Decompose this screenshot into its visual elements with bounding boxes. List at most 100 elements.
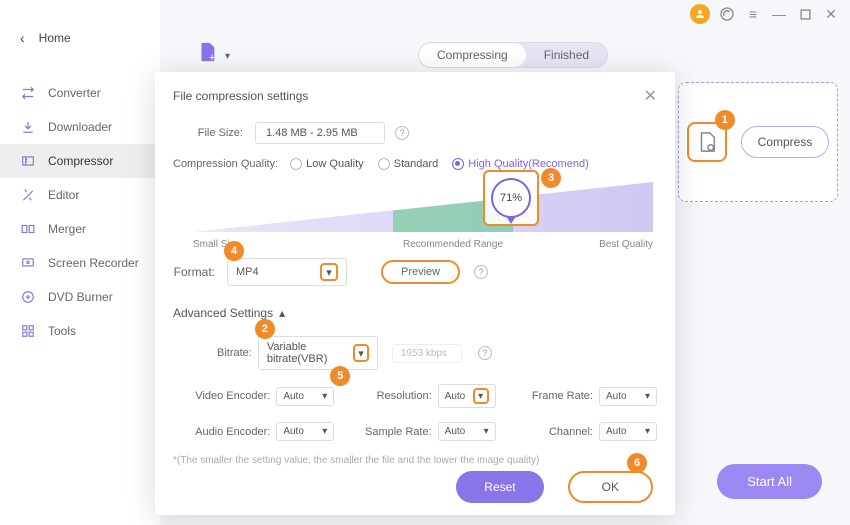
file-size-label: File Size: [173, 127, 243, 139]
radio-label: Standard [394, 158, 439, 170]
radio-label: High Quality(Recomend) [468, 158, 588, 170]
chevron-down-icon: ▾ [645, 426, 650, 437]
compression-quality-label: Compression Quality: [173, 158, 278, 170]
frame-rate-select[interactable]: Auto▾ [599, 387, 657, 406]
slider-percent: 71% [500, 192, 522, 204]
resolution-label: Resolution: [377, 390, 432, 402]
maximize-icon[interactable] [796, 5, 814, 23]
info-icon[interactable]: ? [474, 265, 488, 279]
downloader-icon [20, 119, 36, 135]
video-encoder-select[interactable]: Auto▾ [276, 387, 334, 406]
tab-compressing[interactable]: Compressing [419, 43, 526, 67]
chart-axis-labels: Small Size Recommended Range Best Qualit… [193, 239, 653, 250]
chevron-down-icon: ▾ [484, 426, 489, 437]
menu-icon[interactable]: ≡ [744, 5, 762, 23]
bitrate-value: Variable bitrate(VBR) [267, 341, 353, 365]
avatar[interactable] [690, 4, 710, 24]
tools-icon [20, 323, 36, 339]
format-label: Format: [173, 265, 215, 279]
sidebar: ‹ Home Converter Downloader Compressor E… [0, 0, 160, 525]
ok-button[interactable]: OK [568, 471, 653, 503]
minimize-icon[interactable]: — [770, 5, 788, 23]
dialog-buttons: Reset OK 6 [456, 471, 653, 503]
advanced-settings-grid: Bitrate: Variable bitrate(VBR) ▾ 2 1953 … [173, 336, 657, 441]
chart-label-best: Best Quality [599, 239, 653, 250]
sidebar-item-tools[interactable]: Tools [0, 314, 160, 348]
info-icon[interactable]: ? [478, 346, 492, 360]
format-value: MP4 [236, 266, 259, 278]
sidebar-item-label: Converter [48, 86, 101, 100]
radio-label: Low Quality [306, 158, 363, 170]
resolution-select[interactable]: Auto ▾ 5 [438, 384, 496, 408]
dialog-title: File compression settings [173, 89, 308, 103]
sample-rate-select[interactable]: Auto▾ [438, 422, 496, 441]
add-file-icon[interactable]: + ▾ [196, 41, 218, 69]
sidebar-item-label: Tools [48, 324, 76, 338]
chevron-down-icon: ▾ [322, 426, 327, 437]
chevron-left-icon: ‹ [20, 30, 25, 46]
reset-button[interactable]: Reset [456, 471, 543, 503]
sidebar-item-label: DVD Burner [48, 290, 113, 304]
preview-button[interactable]: Preview [381, 260, 460, 284]
sidebar-item-editor[interactable]: Editor [0, 178, 160, 212]
file-compression-settings-dialog: File compression settings ✕ File Size: 1… [155, 72, 675, 515]
output-settings-icon[interactable]: 1 [687, 122, 727, 162]
annotation-2: 2 [255, 319, 275, 339]
home-label: Home [39, 31, 71, 45]
sidebar-item-label: Merger [48, 222, 86, 236]
annotation-6: 6 [627, 453, 647, 473]
audio-encoder-select[interactable]: Auto▾ [276, 422, 334, 441]
compressor-icon [20, 153, 36, 169]
sidebar-item-label: Downloader [48, 120, 112, 134]
svg-text:+: + [209, 52, 215, 63]
tab-finished[interactable]: Finished [526, 43, 607, 67]
compress-panel: 1 Compress [678, 82, 838, 202]
sidebar-item-label: Editor [48, 188, 79, 202]
file-size-input[interactable]: 1.48 MB - 2.95 MB [255, 122, 385, 144]
sidebar-item-screen-recorder[interactable]: Screen Recorder [0, 246, 160, 280]
close-icon[interactable]: ✕ [822, 5, 840, 23]
radio-low-quality[interactable]: Low Quality [290, 158, 363, 170]
editor-icon [20, 187, 36, 203]
channel-label: Channel: [549, 426, 593, 438]
slider-thumb[interactable]: 71% [483, 170, 539, 226]
annotation-3: 3 [541, 168, 561, 188]
close-icon[interactable]: ✕ [644, 86, 657, 106]
chart-label-recommended: Recommended Range [403, 239, 503, 250]
sidebar-item-downloader[interactable]: Downloader [0, 110, 160, 144]
bitrate-kbps: 1953 kbps [392, 344, 462, 363]
chevron-down-icon: ▾ 5 [473, 388, 489, 404]
chevron-down-icon: ▾ 2 [353, 344, 369, 362]
sidebar-item-dvd-burner[interactable]: DVD Burner [0, 280, 160, 314]
chevron-down-icon: ▾ [645, 391, 650, 402]
chevron-up-icon: ▴ [279, 306, 285, 320]
radio-icon [452, 158, 464, 170]
sidebar-item-converter[interactable]: Converter [0, 76, 160, 110]
advanced-settings-header[interactable]: Advanced Settings ▴ [173, 306, 657, 320]
sidebar-item-merger[interactable]: Merger [0, 212, 160, 246]
sidebar-item-label: Compressor [48, 154, 113, 168]
segmented-tabs: Compressing Finished [418, 42, 608, 68]
video-encoder-label: Video Encoder: [195, 390, 270, 402]
sidebar-item-compressor[interactable]: Compressor [0, 144, 160, 178]
start-all-button[interactable]: Start All [717, 464, 822, 499]
bitrate-label: Bitrate: [217, 347, 252, 359]
frame-rate-label: Frame Rate: [532, 390, 593, 402]
help-icon[interactable] [718, 5, 736, 23]
merger-icon [20, 221, 36, 237]
annotation-5: 5 [330, 366, 350, 386]
home-back[interactable]: ‹ Home [0, 24, 160, 52]
bitrate-select[interactable]: Variable bitrate(VBR) ▾ 2 [258, 336, 378, 370]
quality-slider-chart[interactable]: 71% 3 Small Size Recommended Range Best … [193, 176, 653, 250]
sample-rate-label: Sample Rate: [365, 426, 432, 438]
chevron-down-icon: ▾ [322, 391, 327, 402]
hint-text: *(The smaller the setting value, the sma… [173, 455, 657, 466]
compress-button[interactable]: Compress [741, 126, 830, 158]
radio-icon [378, 158, 390, 170]
radio-standard[interactable]: Standard [378, 158, 439, 170]
channel-select[interactable]: Auto▾ [599, 422, 657, 441]
radio-icon [290, 158, 302, 170]
radio-high-quality[interactable]: High Quality(Recomend) [452, 158, 588, 170]
info-icon[interactable]: ? [395, 126, 409, 140]
format-select[interactable]: MP4 ▾ 4 [227, 258, 347, 286]
